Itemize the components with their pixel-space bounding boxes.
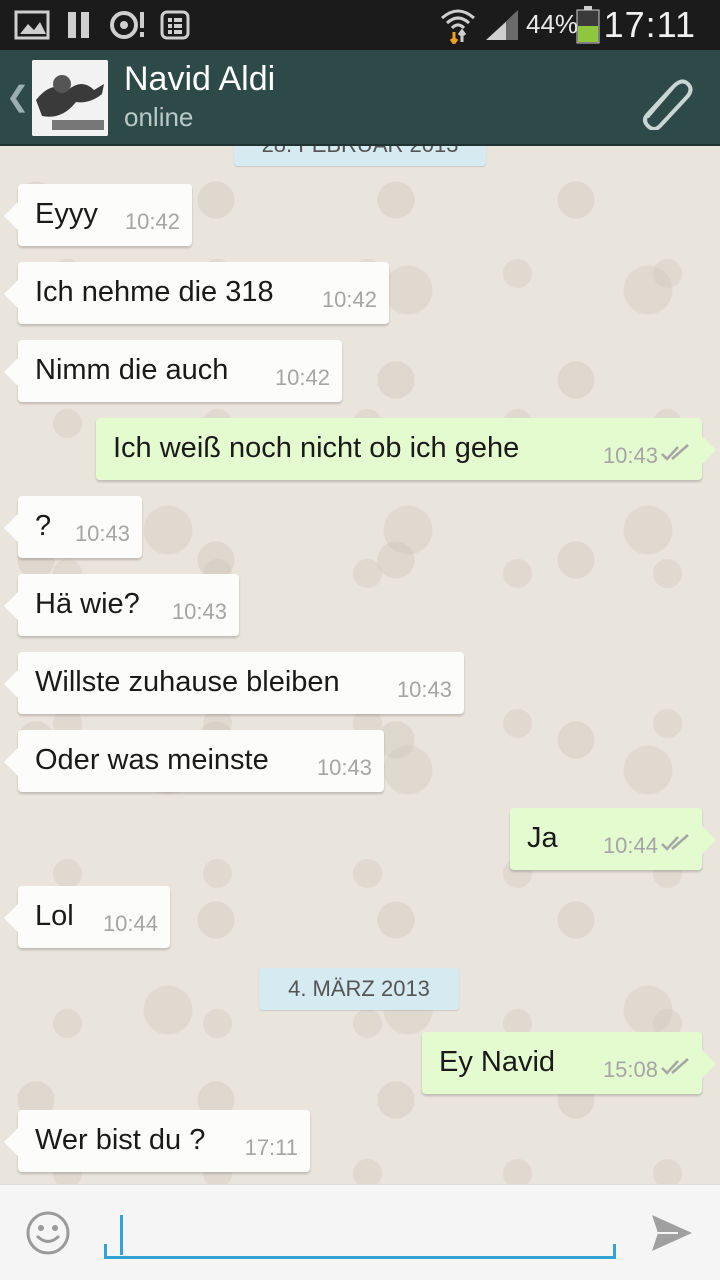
message-incoming[interactable]: Ich nehme die 318 10:42	[4, 262, 389, 324]
headset-icon	[110, 11, 144, 39]
message-time: 10:43	[74, 521, 130, 546]
message-outgoing[interactable]: Ich weiß noch nicht ob ich gehe 10:43	[96, 418, 716, 480]
message-time: 10:42	[124, 209, 180, 234]
message-outgoing[interactable]: Ey Navid 15:08	[422, 1032, 716, 1094]
contact-status: online	[124, 102, 194, 132]
clock: 17:11	[603, 4, 696, 45]
chat-header[interactable]: ❮ Navid Aldi online	[0, 50, 720, 146]
battery-percent: 44%	[526, 9, 579, 39]
message-input-field[interactable]	[104, 1207, 616, 1259]
back-chevron-icon[interactable]: ❮	[6, 80, 29, 113]
message-text: Willste zuhause bleiben	[35, 666, 340, 698]
message-list[interactable]: 28. FEBRUAR 2013 Eyyy 10:42 Ich nehme di…	[0, 146, 720, 1184]
message-incoming[interactable]: Lol 10:44	[4, 886, 170, 948]
message-time: 10:44	[602, 833, 658, 858]
message-incoming[interactable]: Wer bist du ? 17:11	[4, 1110, 310, 1172]
message-time: 10:42	[321, 287, 377, 312]
battery-icon	[576, 6, 600, 44]
double-check-icon	[661, 444, 689, 461]
message-time: 10:43	[602, 443, 658, 468]
double-check-icon	[661, 834, 689, 851]
avatar[interactable]	[32, 60, 108, 136]
message-outgoing[interactable]: Ja 10:44	[510, 808, 716, 870]
message-incoming[interactable]: Nimm die auch 10:42	[4, 340, 342, 402]
double-check-icon	[661, 1058, 689, 1075]
message-time: 10:43	[396, 677, 452, 702]
message-text: Ja	[527, 822, 558, 854]
message-time: 15:08	[602, 1057, 658, 1082]
message-text: Ich nehme die 318	[35, 276, 274, 308]
signal-icon	[486, 10, 518, 40]
message-text: Oder was meinste	[35, 744, 269, 776]
date-separator: 4. MÄRZ 2013	[259, 968, 459, 1010]
composer	[0, 1184, 720, 1280]
contact-name[interactable]: Navid Aldi	[124, 60, 275, 99]
message-input[interactable]	[112, 1211, 607, 1255]
message-time: 10:43	[316, 755, 372, 780]
message-incoming[interactable]: Eyyy 10:42	[4, 184, 192, 246]
message-text: Wer bist du ?	[35, 1124, 206, 1156]
message-incoming[interactable]: ? 10:43	[4, 496, 142, 558]
bbm-icon	[160, 10, 190, 40]
message-text: Nimm die auch	[35, 354, 229, 386]
message-text: Lol	[35, 900, 74, 932]
attach-icon[interactable]	[634, 70, 694, 130]
status-bar: 44% 17:11	[0, 0, 720, 50]
message-text: ?	[35, 510, 52, 542]
message-time: 10:42	[274, 365, 330, 390]
message-text: Ey Navid	[439, 1046, 556, 1078]
message-incoming[interactable]: Oder was meinste 10:43	[4, 730, 384, 792]
message-time: 17:11	[244, 1135, 298, 1160]
wifi-icon	[441, 9, 475, 44]
message-incoming[interactable]: Hä wie? 10:43	[4, 574, 239, 636]
message-time: 10:43	[171, 599, 227, 624]
date-separator: 28. FEBRUAR 2013	[234, 146, 486, 166]
message-text: Hä wie?	[35, 588, 140, 620]
emoji-icon[interactable]	[24, 1209, 72, 1257]
message-text: Ich weiß noch nicht ob ich gehe	[113, 432, 520, 464]
message-text: Eyyy	[35, 198, 98, 230]
pause-icon	[68, 12, 89, 38]
message-time: 10:44	[102, 911, 158, 936]
message-incoming[interactable]: Willste zuhause bleiben 10:43	[4, 652, 464, 714]
send-icon[interactable]	[648, 1209, 696, 1257]
gallery-icon	[14, 10, 50, 40]
